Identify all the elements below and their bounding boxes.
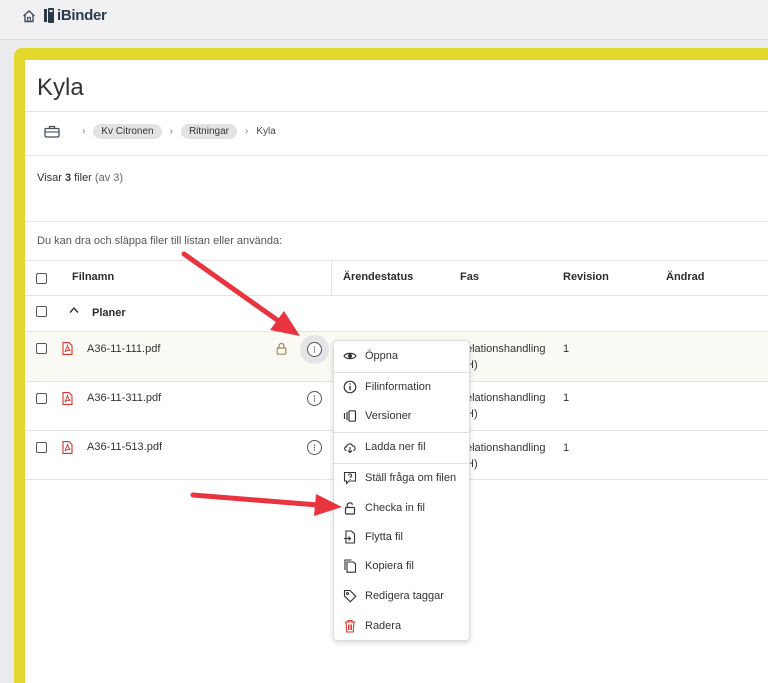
menu-item-edit-tags[interactable]: Redigera taggar [334,582,469,610]
fas-cell: elationshandling H) [466,390,546,422]
file-count-total: (av 3) [94,172,124,184]
menu-item-move[interactable]: Flytta fil [334,523,469,551]
menu-item-ask-question[interactable]: Ställ fråga om filen [334,464,469,492]
column-header-revision[interactable]: Revision [563,271,609,283]
file-count-unit: filer [74,172,92,184]
breadcrumb-item[interactable]: Kv Citronen [93,124,162,139]
eye-icon [343,352,357,360]
menu-item-open[interactable]: Öppna [334,342,469,370]
group-checkbox[interactable] [36,306,47,317]
column-header-andrad[interactable]: Ändrad [666,271,705,283]
file-name[interactable]: A36-11-311.pdf [87,392,161,404]
menu-item-copy[interactable]: Kopiera fil [334,552,469,580]
row-checkbox[interactable] [36,343,47,354]
row-checkbox[interactable] [36,442,47,453]
revision-cell: 1 [563,442,570,454]
file-count-number: 3 [64,172,72,184]
menu-item-label: Versioner [365,410,412,422]
row-actions-icon[interactable] [307,342,322,357]
menu-item-label: Kopiera fil [365,560,414,572]
fas-text: H) [466,359,478,371]
menu-item-label: Redigera taggar [365,590,444,602]
menu-item-label: Ställ fråga om filen [365,472,457,484]
fas-text: elationshandling [466,442,546,454]
fas-cell: elationshandling H) [466,341,546,373]
menu-item-label: Flytta fil [365,531,403,543]
fas-text: H) [466,408,478,420]
breadcrumb: › Kv Citronen › Ritningar › Kyla [44,124,276,139]
copy-icon [344,559,357,573]
divider [25,111,768,112]
menu-item-label: Ladda ner fil [365,441,426,453]
group-label: Planer [92,307,126,319]
tag-icon [343,589,357,603]
chevron-right-icon: › [244,126,249,137]
row-checkbox[interactable] [36,393,47,404]
divider [25,155,768,156]
select-all-checkbox[interactable] [36,273,47,284]
file-context-menu: Öppna Filinformation Versioner Ladda ner… [333,340,470,641]
chevron-up-icon[interactable] [69,306,79,314]
fas-text: elationshandling [466,343,546,355]
trash-icon [345,619,355,633]
fas-cell: elationshandling H) [466,440,546,472]
file-count: Visar 3 filer (av 3) [37,172,123,184]
revision-cell: 1 [563,343,570,355]
file-name[interactable]: A36-11-111.pdf [87,343,160,355]
breadcrumb-item[interactable]: Ritningar [180,124,237,139]
pdf-icon [62,392,73,405]
row-actions-icon[interactable] [307,440,322,455]
info-icon [343,380,357,394]
file-count-prefix: Visar [37,172,62,184]
menu-item-label: Checka in fil [365,502,425,514]
menu-item-check-in[interactable]: Checka in fil [334,494,469,522]
fas-text: H) [466,458,478,470]
menu-item-label: Öppna [365,350,399,362]
column-divider [331,261,332,295]
home-icon[interactable] [22,9,36,23]
file-name[interactable]: A36-11-513.pdf [87,441,162,453]
menu-item-file-info[interactable]: Filinformation [334,373,469,401]
fas-text: elationshandling [466,392,546,404]
pdf-icon [62,342,73,355]
chevron-right-icon: › [82,126,86,137]
top-bar: iBinder [0,0,768,40]
column-header-arendestatus[interactable]: Ärendestatus [343,271,413,283]
briefcase-icon[interactable] [44,125,60,138]
menu-item-label: Filinformation [365,381,432,393]
divider [25,295,768,296]
menu-item-label: Radera [365,620,402,632]
divider [25,260,768,261]
column-header-filnamn[interactable]: Filnamn [72,271,114,283]
ibinder-logo-icon [44,8,54,23]
versions-icon [343,410,357,422]
cloud-download-icon [344,443,356,454]
menu-item-delete[interactable]: Radera [334,612,469,640]
menu-item-download[interactable]: Ladda ner fil [334,433,469,461]
lock-icon [276,342,287,355]
app-name: iBinder [57,7,107,24]
move-file-icon [344,530,356,544]
page-title: Kyla [37,74,84,101]
column-header-fas[interactable]: Fas [460,271,479,283]
question-bubble-icon [343,471,357,485]
pdf-icon [62,441,73,454]
drop-hint: Du kan dra och släppa filer till listan … [37,235,283,247]
app-logo[interactable]: iBinder [44,7,107,24]
menu-item-versions[interactable]: Versioner [334,402,469,430]
revision-cell: 1 [563,392,570,404]
chevron-right-icon: › [169,126,173,137]
row-actions-icon[interactable] [307,391,322,406]
breadcrumb-current: Kyla [256,126,276,137]
lock-open-icon [344,502,356,515]
divider [25,221,768,222]
